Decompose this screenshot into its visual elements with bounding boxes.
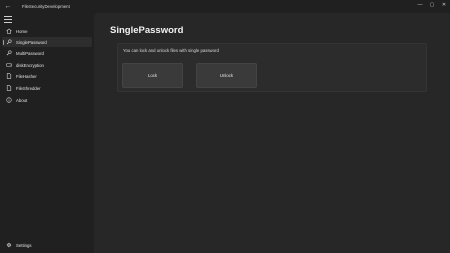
maximize-button[interactable]: ▢ bbox=[426, 0, 438, 10]
title-bar: ← FileSecurityDevelopment — ▢ ✕ bbox=[0, 0, 450, 13]
minimize-button[interactable]: — bbox=[414, 0, 426, 10]
maximize-icon: ▢ bbox=[429, 2, 435, 8]
app-window: ← FileSecurityDevelopment — ▢ ✕ Home Sin… bbox=[0, 0, 450, 253]
close-icon: ✕ bbox=[441, 2, 447, 8]
gear-icon bbox=[4, 242, 14, 248]
navigation-sidebar: Home SinglePassword MultiPassword diskEn… bbox=[0, 13, 94, 253]
sidebar-item-label: Home bbox=[16, 28, 28, 34]
key-icon bbox=[4, 39, 14, 45]
sidebar-item-singlepassword[interactable]: SinglePassword bbox=[2, 37, 92, 47]
main-content: SinglePassword You can lock and unlock f… bbox=[94, 13, 450, 253]
back-button[interactable]: ← bbox=[0, 0, 16, 13]
close-button[interactable]: ✕ bbox=[438, 0, 450, 10]
key-icon bbox=[4, 50, 14, 56]
sidebar-item-label: MultiPassword bbox=[16, 50, 44, 56]
lock-button[interactable]: Lock bbox=[122, 63, 183, 88]
unlock-button[interactable]: Unlock bbox=[196, 63, 257, 88]
sidebar-item-label: FileShredder bbox=[16, 85, 41, 91]
back-arrow-icon: ← bbox=[4, 3, 12, 10]
lock-button-label: Lock bbox=[147, 73, 158, 78]
sidebar-item-label: Settings bbox=[16, 242, 32, 248]
sidebar-item-label: About bbox=[16, 97, 28, 103]
unlock-button-label: Unlock bbox=[219, 73, 234, 78]
app-title: FileSecurityDevelopment bbox=[22, 4, 70, 9]
card-description: You can lock and unlock files with singl… bbox=[123, 48, 219, 53]
minimize-icon: — bbox=[417, 2, 423, 8]
sidebar-item-multipassword[interactable]: MultiPassword bbox=[2, 48, 92, 58]
window-controls: — ▢ ✕ bbox=[414, 0, 450, 13]
sidebar-item-about[interactable]: About bbox=[2, 95, 92, 105]
selection-indicator bbox=[3, 40, 4, 45]
sidebar-item-label: diskEncryption bbox=[16, 62, 44, 68]
sidebar-item-diskencryption[interactable]: diskEncryption bbox=[2, 60, 92, 70]
hamburger-menu-icon[interactable] bbox=[4, 16, 12, 23]
password-card: You can lock and unlock files with singl… bbox=[117, 43, 427, 92]
sidebar-item-label: FileHasher bbox=[16, 73, 37, 79]
document-icon bbox=[4, 85, 14, 91]
home-icon bbox=[4, 28, 14, 34]
sidebar-item-label: SinglePassword bbox=[16, 39, 47, 45]
sidebar-item-filehasher[interactable]: FileHasher bbox=[2, 71, 92, 81]
sidebar-item-fileshredder[interactable]: FileShredder bbox=[2, 83, 92, 93]
info-icon bbox=[4, 97, 14, 103]
page-title: SinglePassword bbox=[110, 25, 184, 36]
document-icon bbox=[4, 73, 14, 79]
sidebar-item-home[interactable]: Home bbox=[2, 26, 92, 36]
sidebar-item-settings[interactable]: Settings bbox=[2, 240, 92, 250]
disk-icon bbox=[4, 62, 14, 68]
